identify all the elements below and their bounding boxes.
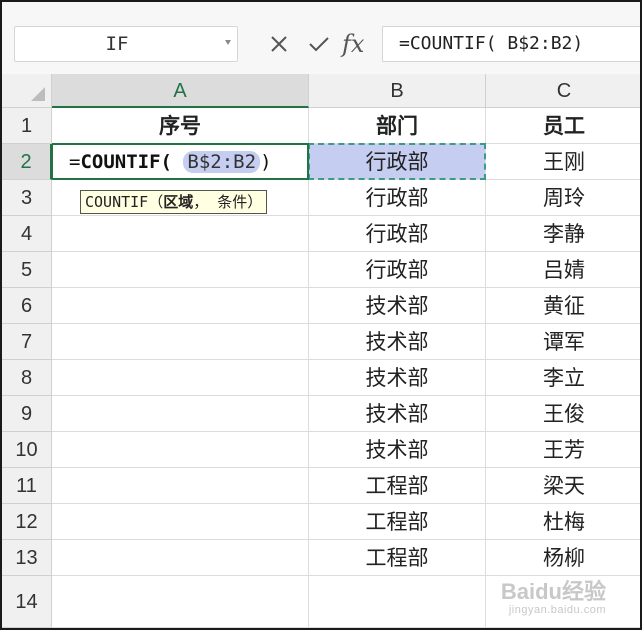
- cell-c13[interactable]: 杨柳: [486, 540, 640, 576]
- watermark-brand: Baidu经验: [500, 579, 606, 604]
- cell-a13[interactable]: [52, 540, 309, 576]
- cell-b5[interactable]: 行政部: [309, 252, 486, 288]
- formula-range-ref[interactable]: B$2:B2: [183, 151, 261, 173]
- cell-b12[interactable]: 工程部: [309, 504, 486, 540]
- cell-a8[interactable]: [52, 360, 309, 396]
- cell-c6[interactable]: 黄征: [486, 288, 640, 324]
- cell-c3[interactable]: 周玲: [486, 180, 640, 216]
- cell-b11[interactable]: 工程部: [309, 468, 486, 504]
- column-header-a[interactable]: A: [52, 74, 309, 108]
- x-icon[interactable]: [265, 30, 293, 58]
- formula-input[interactable]: =COUNTIF( B$2:B2): [382, 26, 640, 62]
- cell-a12[interactable]: [52, 504, 309, 540]
- cell-c10[interactable]: 王芳: [486, 432, 640, 468]
- cell-formula: =COUNTIF( B$2:B2): [69, 145, 272, 179]
- tooltip-open: （: [148, 193, 164, 211]
- cell-c4[interactable]: 李静: [486, 216, 640, 252]
- row-header-13[interactable]: 13: [2, 540, 52, 576]
- cell-a11[interactable]: [52, 468, 309, 504]
- name-box-value: IF: [105, 33, 129, 55]
- row-header-10[interactable]: 10: [2, 432, 52, 468]
- tooltip-arg-range: 区域: [163, 193, 194, 211]
- row-header-6[interactable]: 6: [2, 288, 52, 324]
- cell-c12[interactable]: 杜梅: [486, 504, 640, 540]
- cell-c2[interactable]: 王刚: [486, 144, 640, 180]
- row-header-8[interactable]: 8: [2, 360, 52, 396]
- row-header-2[interactable]: 2: [2, 144, 52, 180]
- row-header-14[interactable]: 14: [2, 576, 52, 628]
- row-header-3[interactable]: 3: [2, 180, 52, 216]
- formula-open-paren: (: [160, 151, 184, 173]
- cell-c1[interactable]: 员工: [486, 108, 640, 144]
- watermark: Baidu经验 jingyan.baidu.com: [501, 574, 606, 616]
- cell-a5[interactable]: [52, 252, 309, 288]
- formula-bar: IF fx =COUNTIF( B$2:B2): [2, 2, 640, 74]
- row-header-11[interactable]: 11: [2, 468, 52, 504]
- row-header-5[interactable]: 5: [2, 252, 52, 288]
- cell-c7[interactable]: 谭军: [486, 324, 640, 360]
- name-box[interactable]: IF: [14, 26, 238, 62]
- cell-a2-editor[interactable]: =COUNTIF( B$2:B2): [51, 143, 309, 180]
- cell-c5[interactable]: 吕婧: [486, 252, 640, 288]
- column-header-c[interactable]: C: [486, 74, 640, 108]
- row-header-9[interactable]: 9: [2, 396, 52, 432]
- cell-c11[interactable]: 梁天: [486, 468, 640, 504]
- row-header-4[interactable]: 4: [2, 216, 52, 252]
- formula-function: COUNTIF: [80, 151, 161, 173]
- cell-c9[interactable]: 王俊: [486, 396, 640, 432]
- cell-b6[interactable]: 技术部: [309, 288, 486, 324]
- cell-b1[interactable]: 部门: [309, 108, 486, 144]
- row-header-1[interactable]: 1: [2, 108, 52, 144]
- cell-c8[interactable]: 李立: [486, 360, 640, 396]
- tooltip-arg-criteria: 条件: [208, 193, 248, 211]
- cell-b8[interactable]: 技术部: [309, 360, 486, 396]
- chevron-down-icon[interactable]: [225, 40, 231, 45]
- cell-a4[interactable]: [52, 216, 309, 252]
- formula-close-paren: ): [260, 151, 272, 173]
- spreadsheet-window: IF fx =COUNTIF( B$2:B2) A B C 序号 部门 员工 行政部王…: [0, 0, 642, 630]
- watermark-url: jingyan.baidu.com: [508, 604, 606, 616]
- function-tooltip: COUNTIF（区域， 条件）: [80, 190, 268, 214]
- cell-b14[interactable]: [309, 576, 486, 628]
- select-all-icon: [31, 87, 45, 101]
- column-header-b[interactable]: B: [309, 74, 486, 108]
- cell-b13[interactable]: 工程部: [309, 540, 486, 576]
- tooltip-function[interactable]: COUNTIF: [85, 193, 148, 211]
- cell-a6[interactable]: [52, 288, 309, 324]
- cell-a10[interactable]: [52, 432, 309, 468]
- cell-b3[interactable]: 行政部: [309, 180, 486, 216]
- formula-text: =COUNTIF( B$2:B2): [399, 33, 584, 54]
- cell-a1[interactable]: 序号: [52, 108, 309, 144]
- cell-a14[interactable]: [52, 576, 309, 628]
- cell-b10[interactable]: 技术部: [309, 432, 486, 468]
- cell-a7[interactable]: [52, 324, 309, 360]
- tooltip-sep: ，: [193, 193, 209, 211]
- select-all-button[interactable]: [2, 74, 52, 108]
- tooltip-close: ）: [247, 193, 263, 211]
- check-icon[interactable]: [305, 30, 333, 58]
- row-header-12[interactable]: 12: [2, 504, 52, 540]
- formula-prefix: =: [69, 151, 81, 173]
- fx-icon[interactable]: fx: [342, 26, 364, 62]
- cell-b4[interactable]: 行政部: [309, 216, 486, 252]
- cell-a9[interactable]: [52, 396, 309, 432]
- cell-b7[interactable]: 技术部: [309, 324, 486, 360]
- row-header-7[interactable]: 7: [2, 324, 52, 360]
- cell-b9[interactable]: 技术部: [309, 396, 486, 432]
- cell-b2[interactable]: 行政部: [309, 144, 486, 180]
